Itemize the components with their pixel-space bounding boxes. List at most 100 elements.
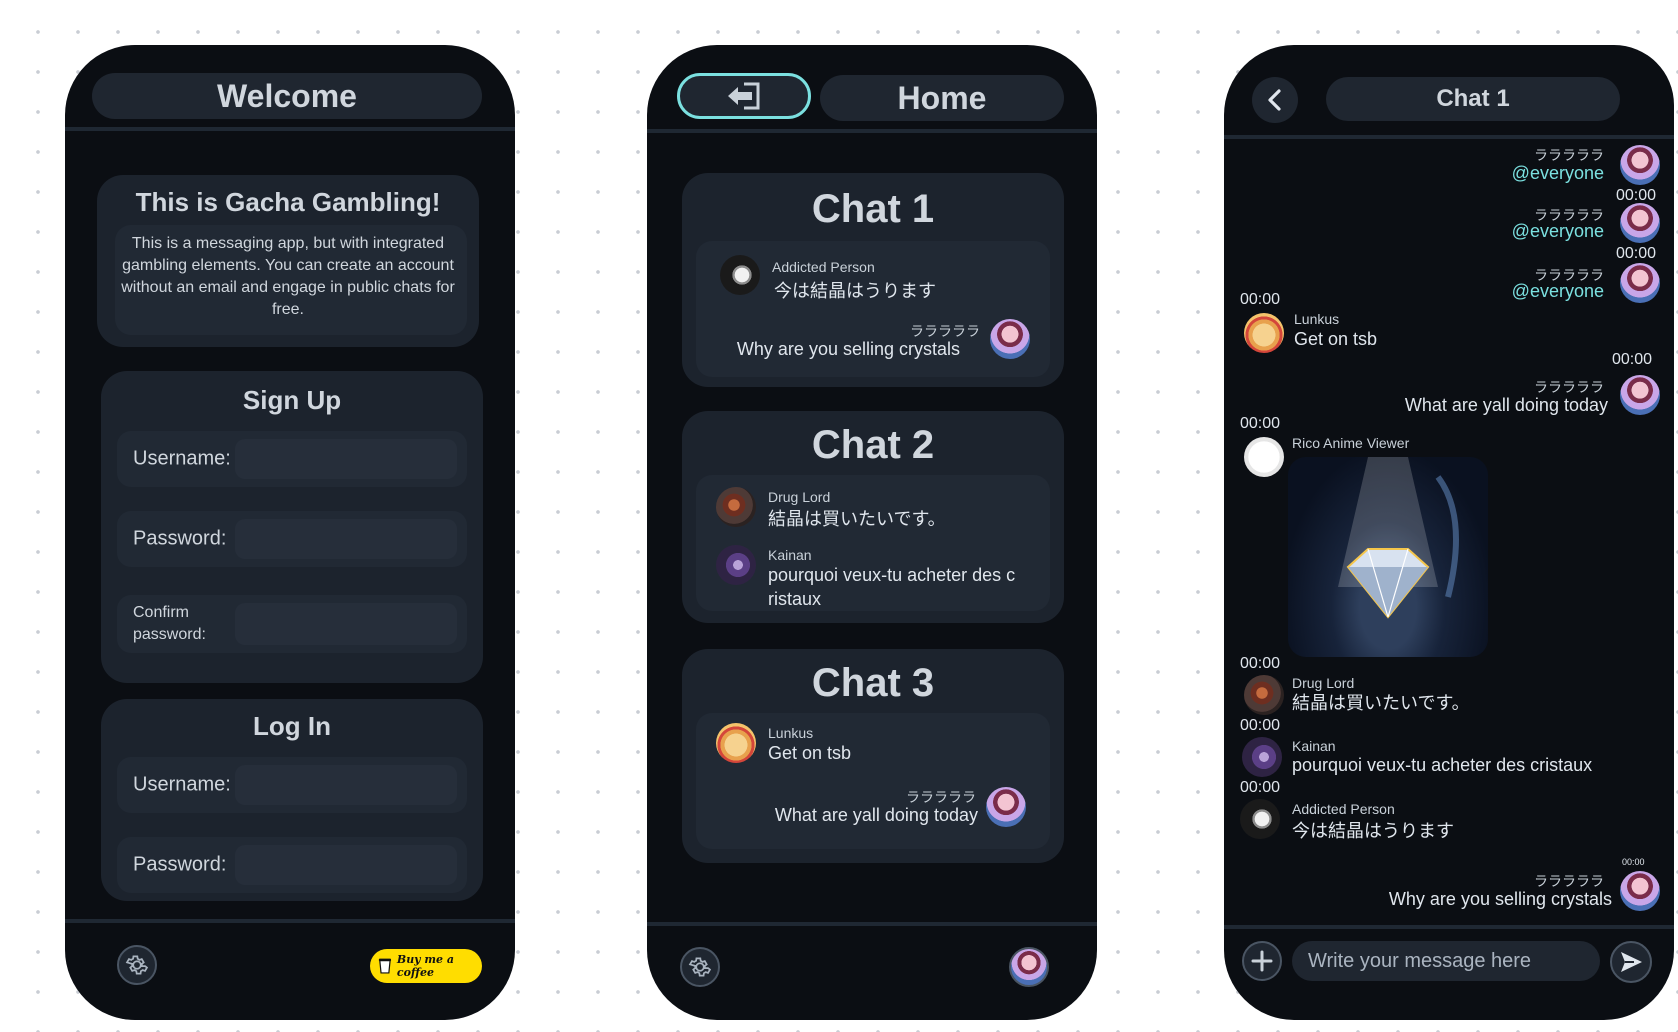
message-text: Get on tsb bbox=[1294, 329, 1378, 349]
header-divider bbox=[647, 129, 1097, 133]
message-input[interactable] bbox=[1292, 941, 1600, 981]
avatar bbox=[1620, 145, 1660, 185]
message-time: 00:00 bbox=[1240, 291, 1281, 308]
chat-card-title: Chat 2 bbox=[811, 423, 935, 467]
message-text: pourquoi veux-tu acheter des c bbox=[768, 565, 1016, 585]
chat-title-bar: Chat 1 bbox=[1326, 77, 1620, 121]
avatar bbox=[716, 723, 756, 763]
logout-button[interactable] bbox=[677, 73, 811, 119]
buy-me-coffee-button[interactable]: Buy me a coffee bbox=[370, 949, 482, 983]
message-text: pourquoi veux-tu acheter des cristaux bbox=[1292, 755, 1593, 775]
message-text: @everyone bbox=[1511, 281, 1604, 301]
message-text: 結晶は買いたいです。 bbox=[768, 509, 946, 529]
back-button[interactable] bbox=[1252, 77, 1298, 123]
chat-card-1[interactable]: Chat 1 Addicted Person 今は結晶はうります ラララララ W… bbox=[682, 173, 1064, 387]
header-divider bbox=[1224, 135, 1674, 139]
message-author: ラララララ bbox=[1534, 379, 1604, 395]
diamond-image bbox=[1288, 457, 1488, 657]
avatar bbox=[1244, 437, 1284, 477]
avatar bbox=[1244, 313, 1284, 353]
message-time: 00:00 bbox=[1612, 351, 1653, 368]
login-title: Log In bbox=[253, 711, 331, 741]
page-title: Chat 1 bbox=[1436, 85, 1510, 112]
signup-password-row: Password: bbox=[117, 511, 467, 567]
intro-text: This is a messaging app, but with integr… bbox=[121, 235, 455, 318]
message-author: Kainan bbox=[768, 547, 812, 563]
send-button[interactable] bbox=[1610, 941, 1652, 983]
message-time: 00:00 bbox=[1240, 779, 1281, 796]
message-text: @everyone bbox=[1511, 221, 1604, 241]
signup-confirm-label: Confirm password: bbox=[133, 604, 206, 643]
chat-card-title: Chat 3 bbox=[811, 661, 935, 705]
login-username-input[interactable] bbox=[235, 765, 457, 805]
message-text: 今は結晶はうります bbox=[1292, 821, 1454, 841]
avatar bbox=[1620, 871, 1660, 911]
message-text: ristaux bbox=[768, 589, 822, 609]
message-text: What are yall doing today bbox=[774, 805, 978, 825]
avatar bbox=[1620, 263, 1660, 303]
signup-username-row: Username: bbox=[117, 431, 467, 487]
message-author: ラララララ bbox=[1534, 147, 1604, 163]
message-author: ラララララ bbox=[910, 323, 980, 339]
signup-confirm-input[interactable] bbox=[235, 603, 457, 645]
chat-card-2[interactable]: Chat 2 Drug Lord 結晶は買いたいです。 Kainan pourq… bbox=[682, 411, 1064, 623]
signup-password-input[interactable] bbox=[235, 519, 457, 559]
avatar bbox=[1244, 675, 1284, 715]
avatar bbox=[1620, 203, 1660, 243]
send-icon bbox=[1621, 952, 1642, 972]
message-time: 00:00 bbox=[1240, 655, 1281, 672]
avatar bbox=[986, 787, 1026, 827]
chat-screen: Chat 1 ラララララ @everyone 00:00 ラララララ @ever… bbox=[1224, 45, 1674, 1020]
message-author: Addicted Person bbox=[1292, 801, 1395, 817]
header-divider bbox=[65, 127, 515, 131]
message-time: 00:00 bbox=[1240, 415, 1281, 432]
settings-button[interactable] bbox=[680, 947, 720, 987]
message-author: Addicted Person bbox=[772, 259, 875, 275]
avatar bbox=[720, 255, 760, 295]
message-time: 00:00 bbox=[1616, 245, 1657, 262]
signup-password-label: Password: bbox=[133, 527, 227, 550]
home-screen: Home Chat 1 Addicted Person 今は結晶はうります ララ… bbox=[647, 45, 1097, 1020]
message-author: ラララララ bbox=[906, 789, 976, 805]
signup-username-label: Username: bbox=[133, 447, 231, 470]
page-title: Welcome bbox=[217, 77, 357, 114]
message-author: Lunkus bbox=[768, 725, 814, 741]
login-username-row: Username: bbox=[117, 757, 467, 813]
message-time: 00:00 bbox=[1622, 857, 1645, 867]
welcome-screen: Welcome This is Gacha Gambling! This is … bbox=[65, 45, 515, 1020]
intro-title: This is Gacha Gambling! bbox=[135, 187, 441, 217]
page-title: Home bbox=[897, 79, 987, 116]
message-text: @everyone bbox=[1511, 163, 1604, 183]
message-text: What are yall doing today bbox=[1404, 395, 1608, 415]
coffee-label: Buy me a coffee bbox=[396, 953, 455, 979]
chat-card-3[interactable]: Chat 3 Lunkus Get on tsb ラララララ What are … bbox=[682, 649, 1064, 863]
login-password-row: Password: bbox=[117, 837, 467, 893]
message-text: Get on tsb bbox=[768, 743, 852, 763]
message-author: ラララララ bbox=[1534, 873, 1604, 889]
message-text: 結晶は買いたいです。 bbox=[1292, 693, 1470, 713]
signup-card: Sign Up Username: Password: Confirm pass… bbox=[101, 371, 483, 683]
message-text: Why are you selling crystals bbox=[1388, 889, 1612, 909]
home-title-bar: Home bbox=[820, 75, 1064, 121]
gear-icon bbox=[125, 955, 149, 975]
avatar bbox=[1242, 737, 1282, 777]
back-chevron-icon bbox=[1268, 89, 1281, 111]
message-time: 00:00 bbox=[1240, 717, 1281, 734]
message-text: 今は結晶はうります bbox=[774, 281, 936, 301]
logout-icon bbox=[728, 82, 760, 110]
profile-avatar-button[interactable] bbox=[1009, 947, 1049, 987]
message-text: Why are you selling crystals bbox=[736, 339, 960, 359]
chat-card-title: Chat 1 bbox=[811, 187, 935, 231]
signup-username-input[interactable] bbox=[235, 439, 457, 479]
message-author: Lunkus bbox=[1294, 311, 1340, 327]
settings-button[interactable] bbox=[117, 945, 157, 985]
welcome-title-bar: Welcome bbox=[92, 73, 482, 119]
plus-icon bbox=[1251, 950, 1273, 972]
attach-button[interactable] bbox=[1242, 941, 1282, 981]
login-password-input[interactable] bbox=[235, 845, 457, 885]
footer-divider bbox=[1224, 925, 1674, 929]
footer-divider bbox=[647, 922, 1097, 926]
signup-confirm-row: Confirm password: bbox=[117, 595, 467, 653]
avatar bbox=[990, 319, 1030, 359]
avatar bbox=[1240, 799, 1280, 839]
